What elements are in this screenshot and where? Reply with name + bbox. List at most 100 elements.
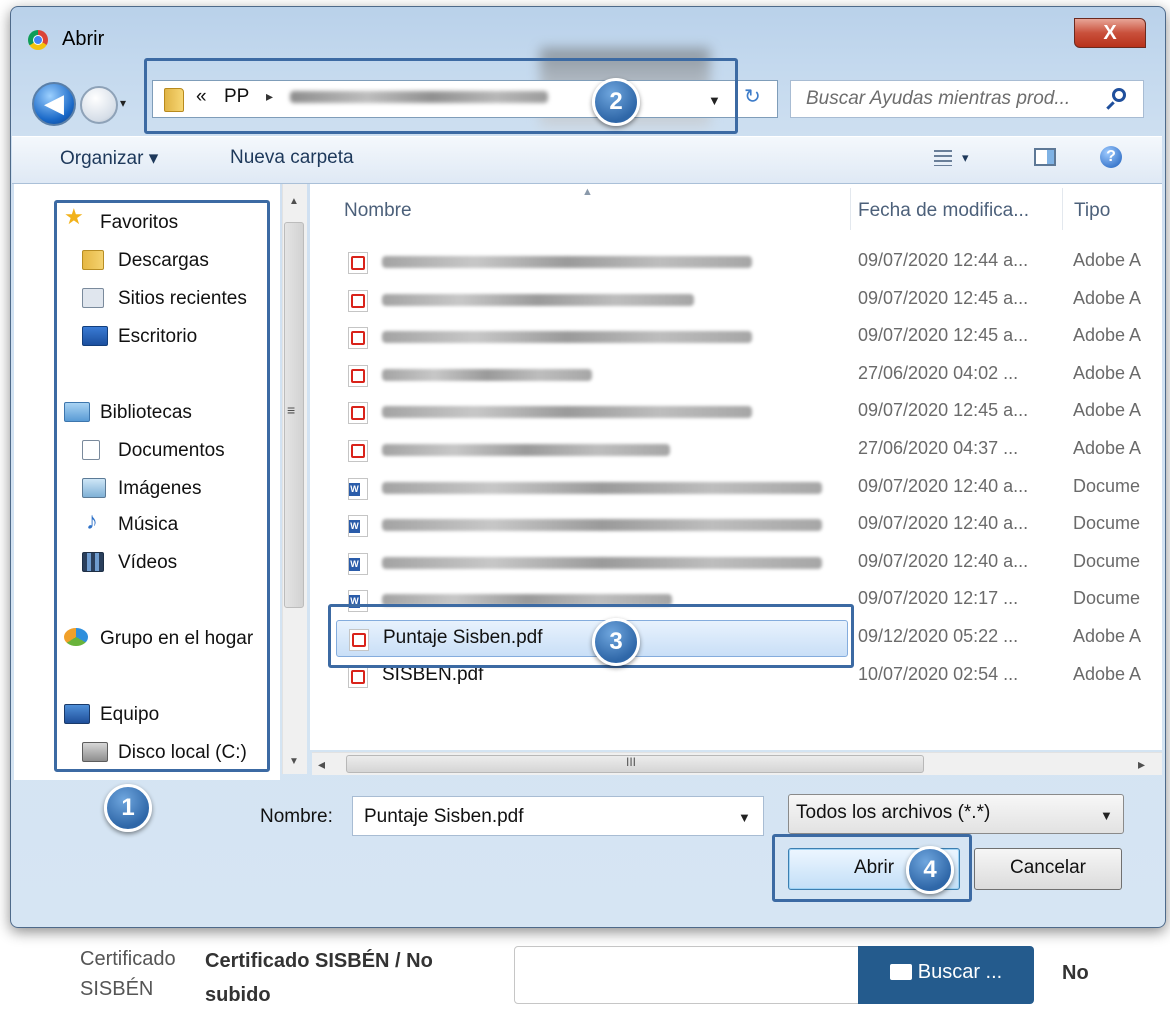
help-icon[interactable]: ? bbox=[1100, 146, 1122, 168]
cancel-button[interactable]: Cancelar bbox=[974, 848, 1122, 890]
folder-open-icon bbox=[889, 964, 912, 980]
filename-value[interactable]: Puntaje Sisben.pdf bbox=[364, 806, 524, 828]
forward-button[interactable] bbox=[80, 86, 118, 124]
file-date-modified: 09/07/2020 12:45 a... bbox=[858, 325, 1029, 346]
file-row[interactable] bbox=[330, 394, 1158, 431]
file-type: Adobe A bbox=[1073, 325, 1142, 346]
file-type: Adobe A bbox=[1073, 287, 1142, 308]
file-type: Adobe A bbox=[1073, 663, 1142, 684]
file-type: Docume bbox=[1073, 475, 1141, 496]
callout-box-selected-file bbox=[328, 604, 854, 668]
word-doc-icon: W bbox=[348, 552, 368, 575]
file-row[interactable]: W bbox=[330, 545, 1158, 582]
file-type: Adobe A bbox=[1073, 250, 1142, 270]
file-row[interactable] bbox=[330, 319, 1158, 356]
file-date-modified: 27/06/2020 04:37 ... bbox=[858, 438, 1019, 458]
file-date-modified: 10/07/2020 02:54 ... bbox=[858, 663, 1019, 684]
column-header-date[interactable]: Fecha de modifica... bbox=[858, 200, 1029, 222]
certificate-field-label: Certificado SISBÉN bbox=[80, 948, 176, 1000]
file-type: Adobe A bbox=[1073, 362, 1142, 383]
certificate-file-input[interactable] bbox=[514, 946, 860, 1004]
word-doc-icon: W bbox=[348, 515, 368, 538]
file-type: Docume bbox=[1073, 550, 1141, 571]
scroll-left-icon[interactable]: ◂ bbox=[318, 756, 325, 773]
new-folder-button[interactable]: Nueva carpeta bbox=[230, 147, 354, 169]
file-date-modified: 09/12/2020 05:22 ... bbox=[858, 626, 1019, 646]
hscroll-grip-icon: III bbox=[626, 755, 637, 769]
file-date-modified: 09/07/2020 12:40 a... bbox=[858, 513, 1029, 534]
pdf-file-icon bbox=[348, 665, 368, 688]
change-view-icon[interactable] bbox=[934, 150, 952, 166]
file-row[interactable]: W bbox=[330, 470, 1158, 507]
file-type-dropdown-icon[interactable]: ▼ bbox=[1100, 808, 1113, 823]
file-date-modified: 09/07/2020 12:40 a... bbox=[858, 550, 1029, 571]
recent-locations-dropdown[interactable]: ▾ bbox=[120, 96, 126, 110]
browse-button[interactable]: Buscar ... bbox=[858, 946, 1034, 1004]
certificate-status-title: Certificado SISBÉN / No subido bbox=[205, 950, 433, 1006]
filename-history-dropdown[interactable]: ▼ bbox=[738, 810, 751, 825]
file-date-modified: 09/07/2020 12:45 a... bbox=[858, 400, 1029, 421]
organize-button[interactable]: Organizar ▾ bbox=[60, 147, 158, 170]
file-name-redacted bbox=[382, 256, 752, 268]
file-row[interactable] bbox=[330, 244, 1158, 281]
file-row[interactable]: W bbox=[330, 507, 1158, 544]
search-placeholder: Buscar Ayudas mientras prod... bbox=[806, 88, 1071, 109]
word-doc-icon: W bbox=[348, 477, 368, 500]
file-type-filter-value[interactable]: Todos los archivos (*.*) bbox=[796, 802, 990, 824]
pdf-file-icon bbox=[348, 252, 368, 274]
filename-label: Nombre: bbox=[260, 806, 333, 827]
pdf-file-icon bbox=[348, 402, 368, 425]
pdf-file-icon bbox=[348, 289, 368, 312]
upload-status: No bbox=[1062, 962, 1089, 984]
file-type: Docume bbox=[1073, 513, 1141, 534]
callout-box-navigation bbox=[54, 200, 270, 772]
file-type: Docume bbox=[1073, 588, 1141, 609]
callout-badge-2: 2 bbox=[592, 78, 640, 126]
column-divider[interactable] bbox=[1062, 188, 1063, 230]
refresh-button[interactable]: ↻ bbox=[744, 84, 761, 109]
views-dropdown[interactable]: ▾ bbox=[962, 150, 969, 166]
column-header-type[interactable]: Tipo bbox=[1074, 200, 1110, 222]
scroll-down-icon[interactable]: ▼ bbox=[289, 756, 299, 767]
file-type: Adobe A bbox=[1073, 626, 1142, 646]
callout-badge-4: 4 bbox=[906, 846, 954, 894]
callout-box-address bbox=[144, 58, 738, 134]
file-type: Adobe A bbox=[1073, 400, 1142, 421]
file-row[interactable] bbox=[330, 357, 1158, 394]
pdf-file-icon bbox=[348, 364, 368, 387]
close-button[interactable]: X bbox=[1074, 18, 1146, 48]
search-icon[interactable] bbox=[1112, 88, 1126, 102]
sort-ascending-icon: ▲ bbox=[582, 186, 593, 198]
browse-button-label: Buscar ... bbox=[917, 961, 1003, 983]
file-name-redacted bbox=[382, 481, 822, 494]
chrome-icon bbox=[28, 30, 48, 50]
file-row[interactable] bbox=[330, 282, 1158, 319]
file-date-modified: 27/06/2020 04:02 ... bbox=[858, 362, 1019, 383]
file-type: Adobe A bbox=[1073, 438, 1142, 458]
scroll-up-icon[interactable]: ▲ bbox=[289, 196, 299, 207]
column-header-name[interactable]: Nombre bbox=[344, 200, 412, 222]
file-date-modified: 09/07/2020 12:44 a... bbox=[858, 250, 1029, 270]
preview-pane-icon[interactable] bbox=[1034, 148, 1056, 166]
file-date-modified: 09/07/2020 12:40 a... bbox=[858, 475, 1029, 496]
file-name-redacted bbox=[382, 368, 592, 381]
callout-badge-1: 1 bbox=[104, 784, 152, 832]
back-button[interactable]: ◀ bbox=[32, 82, 76, 126]
file-date-modified: 09/07/2020 12:17 ... bbox=[858, 588, 1019, 609]
toolbar bbox=[12, 136, 1162, 184]
pdf-file-icon bbox=[348, 440, 368, 462]
file-name-redacted bbox=[382, 556, 822, 569]
column-divider[interactable] bbox=[850, 188, 851, 230]
pdf-file-icon bbox=[348, 327, 368, 350]
file-name-redacted bbox=[382, 331, 752, 344]
file-name-redacted bbox=[382, 406, 752, 419]
scroll-right-icon[interactable]: ▸ bbox=[1138, 756, 1145, 773]
scroll-grip-icon: ≡ bbox=[287, 402, 296, 418]
file-date-modified: 09/07/2020 12:45 a... bbox=[858, 287, 1029, 308]
callout-badge-3: 3 bbox=[592, 618, 640, 666]
dialog-title: Abrir bbox=[62, 28, 105, 50]
file-name-redacted bbox=[382, 293, 694, 306]
file-name-redacted bbox=[382, 519, 822, 532]
file-row[interactable] bbox=[330, 432, 1158, 469]
file-name-redacted bbox=[382, 444, 670, 456]
